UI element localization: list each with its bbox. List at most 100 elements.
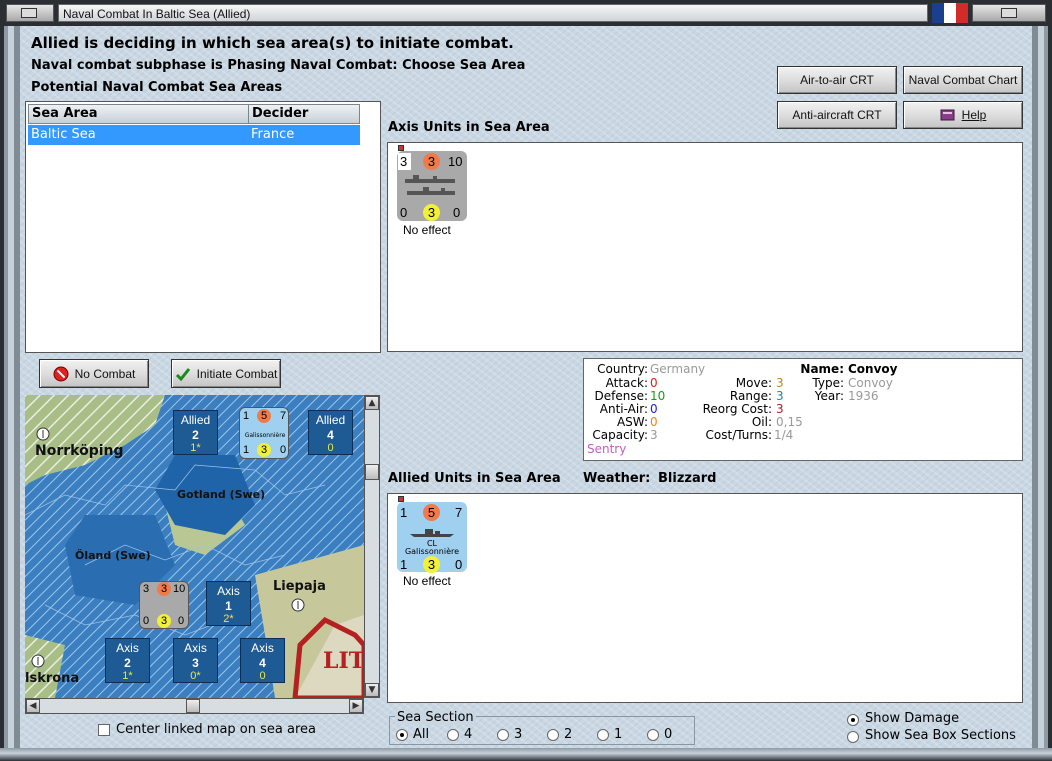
sea-section-radio-3[interactable]	[497, 729, 509, 741]
sea-map[interactable]: Norrköping Gotland (Swe) Öland (Swe) Lie…	[25, 395, 364, 698]
scroll-down-icon[interactable]: ▼	[365, 683, 379, 697]
sea-box-title: Axis	[251, 641, 274, 655]
sea-section-radio-all[interactable]	[396, 729, 408, 741]
info-move: 3	[776, 376, 784, 390]
sea-box-title: Axis	[116, 641, 139, 655]
initiate-combat-button[interactable]: Initiate Combat	[171, 359, 281, 388]
counter-aa: 1	[243, 444, 250, 456]
allied-units-panel: 1 5 7 CL Galissonnière 1 3 0 No effect	[387, 493, 1023, 703]
sea-box-allied-2[interactable]: Allied 2 1*	[173, 410, 218, 455]
counter-defense: 3	[157, 582, 171, 596]
map-vertical-scrollbar[interactable]: ▲ ▼	[364, 395, 380, 698]
column-header-sea-area[interactable]: Sea Area	[28, 104, 249, 124]
info-key: Attack:	[605, 376, 648, 390]
sea-area-table: Sea Area Decider Baltic Sea France	[25, 101, 381, 353]
sea-section-option: 4	[464, 727, 473, 742]
unit-status: No effect	[403, 574, 451, 588]
sea-box-axis-1[interactable]: Axis 1 2*	[206, 581, 251, 626]
table-row[interactable]: Baltic Sea France	[28, 125, 360, 145]
counter-defense: 3	[423, 153, 440, 170]
info-range: 3	[776, 389, 784, 403]
axis-convoy-counter[interactable]: 3 3 10 0 3 0	[397, 151, 467, 221]
counter-attack: 3	[400, 154, 408, 169]
counter-aa: 1	[400, 557, 408, 572]
info-key: Range:	[729, 389, 772, 403]
show-sea-box-radio[interactable]	[847, 731, 859, 743]
map-axis-counter[interactable]: 3 3 10 0 3 0	[139, 581, 189, 629]
scroll-up-icon[interactable]: ▲	[365, 396, 379, 410]
frame-left	[0, 26, 20, 761]
sea-box-title: Axis	[184, 641, 207, 655]
sea-section-radio-1[interactable]	[597, 729, 609, 741]
info-country: Germany	[650, 362, 706, 376]
port-icon	[291, 598, 305, 612]
air-to-air-crt-button[interactable]: Air-to-air CRT	[777, 66, 897, 94]
info-key: Year:	[814, 389, 844, 403]
map-label-lithuania: LIT	[323, 648, 364, 674]
sea-section-label: Sea Section	[395, 710, 476, 725]
sea-section-option: 1	[614, 727, 623, 742]
counter-defense: 5	[423, 504, 440, 521]
ship-name: Galissonnière	[404, 547, 460, 556]
counter-movement: 3	[423, 556, 440, 573]
scroll-thumb[interactable]	[186, 699, 200, 713]
sea-section-option: 3	[514, 727, 523, 742]
no-combat-label: No Combat	[74, 366, 136, 381]
info-name: Convoy	[848, 362, 898, 376]
status-heading: Allied is deciding in which sea area(s) …	[31, 34, 514, 52]
frame-right	[1032, 26, 1052, 761]
center-map-label: Center linked map on sea area	[116, 722, 316, 737]
checkmark-icon	[175, 367, 190, 381]
scroll-left-icon[interactable]: ◀	[26, 699, 40, 713]
counter-attack: 1	[243, 410, 250, 422]
sea-box-axis-4[interactable]: Axis 4 0	[240, 638, 285, 683]
counter-defense: 5	[257, 409, 271, 423]
map-allied-counter[interactable]: 1 5 7 Galissonnière 1 3 0	[239, 407, 289, 459]
map-horizontal-scrollbar[interactable]: ◀ ▶	[25, 698, 364, 714]
scroll-thumb[interactable]	[365, 464, 379, 480]
axis-units-panel: 3 3 10 0 3 0 No effect	[387, 142, 1023, 352]
show-sea-box-label: Show Sea Box Sections	[865, 728, 1016, 743]
sea-box-axis-3[interactable]: Axis 3 0*	[173, 638, 218, 683]
sea-section-radio-4[interactable]	[447, 729, 459, 741]
allied-cruiser-counter[interactable]: 1 5 7 CL Galissonnière 1 3 0	[397, 502, 467, 573]
scroll-right-icon[interactable]: ▶	[349, 699, 363, 713]
sea-area-cell: Baltic Sea	[31, 127, 96, 142]
naval-combat-chart-button[interactable]: Naval Combat Chart	[903, 66, 1023, 94]
info-antiair: 0	[650, 402, 658, 416]
anti-aircraft-crt-button[interactable]: Anti-aircraft CRT	[777, 101, 897, 129]
no-combat-button[interactable]: No Combat	[39, 359, 149, 388]
sea-box-number: 4	[259, 656, 266, 670]
info-key: Cost/Turns:	[705, 428, 772, 442]
cruiser-ship-icon	[410, 529, 454, 537]
counter-asw: 0	[280, 444, 287, 456]
help-label: Help	[961, 108, 987, 122]
counter-value: 7	[455, 505, 463, 520]
minimize-button[interactable]	[6, 4, 54, 22]
potential-areas-label: Potential Naval Combat Sea Areas	[31, 80, 283, 95]
sea-box-title: Allied	[315, 413, 346, 427]
sea-box-allied-4[interactable]: Allied 4 0	[308, 410, 353, 455]
counter-movement: 3	[157, 614, 171, 628]
help-button[interactable]: Help	[903, 101, 1023, 129]
sea-section-option: 2	[564, 727, 573, 742]
show-damage-radio[interactable]	[847, 714, 859, 726]
info-sentry: Sentry	[587, 442, 627, 456]
axis-units-label: Axis Units in Sea Area	[388, 120, 550, 135]
no-entry-icon	[53, 366, 69, 381]
convoy-ships-icon	[405, 175, 455, 195]
counter-value: 10	[173, 583, 186, 595]
sea-section-radio-2[interactable]	[547, 729, 559, 741]
sea-box-number: 1	[225, 599, 232, 613]
center-map-checkbox[interactable]	[98, 724, 110, 736]
column-header-decider[interactable]: Decider	[248, 104, 360, 124]
sea-section-radio-0[interactable]	[647, 729, 659, 741]
info-key: Move:	[735, 376, 772, 390]
info-year: 1936	[848, 389, 879, 403]
close-button[interactable]	[972, 4, 1046, 22]
sea-box-axis-2[interactable]: Axis 2 1*	[105, 638, 150, 683]
info-key: Name:	[800, 362, 844, 376]
title-field: Naval Combat In Baltic Sea (Allied)	[58, 4, 928, 22]
weather-label: Weather:	[583, 471, 651, 486]
decider-cell: France	[251, 127, 295, 142]
